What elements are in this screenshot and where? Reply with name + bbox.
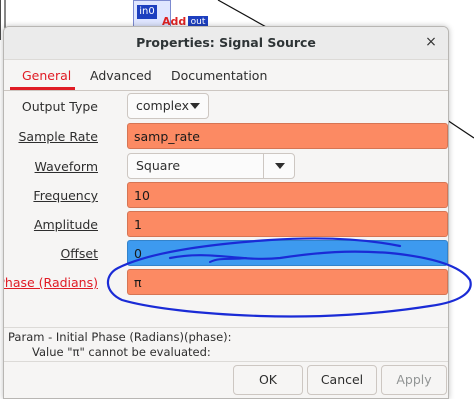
apply-button[interactable]: Apply (381, 365, 447, 395)
initial-phase-field[interactable]: π (127, 269, 448, 295)
sample-rate-field[interactable]: samp_rate (127, 123, 448, 149)
tab-bar: General Advanced Documentation (4, 60, 448, 91)
tab-documentation[interactable]: Documentation (167, 68, 271, 83)
waveform-select[interactable]: Square (127, 153, 295, 179)
sample-rate-label: Sample Rate (18, 129, 98, 144)
parameters-form: Output Type complex Sample Rate samp_rat… (4, 91, 448, 323)
amplitude-label: Amplitude (33, 217, 98, 232)
cancel-button[interactable]: Cancel (307, 365, 377, 395)
ok-button[interactable]: OK (233, 365, 303, 395)
param-row-output-type: Output Type complex (4, 93, 448, 121)
status-line-error: Value "π" cannot be evaluated: (32, 345, 211, 359)
offset-label: Offset (60, 246, 98, 261)
tab-general[interactable]: General (18, 68, 75, 83)
dialog-titlebar[interactable]: Properties: Signal Source × (4, 27, 448, 60)
active-tab-indicator (10, 87, 75, 90)
waveform-label: Waveform (34, 159, 98, 174)
tab-advanced[interactable]: Advanced (86, 68, 156, 83)
amplitude-field[interactable]: 1 (127, 211, 448, 237)
chevron-down-icon (190, 103, 200, 109)
chevron-down-icon (275, 163, 285, 169)
param-row-sample-rate: Sample Rate samp_rate (4, 123, 448, 151)
flowgraph-port-in0[interactable]: in0 (137, 5, 157, 19)
status-line-param: Param - Initial Phase (Radians)(phase): (8, 330, 232, 344)
param-row-waveform: Waveform Square (4, 153, 448, 181)
initial-phase-label: Initial Phase (Radians) (4, 275, 98, 290)
waveform-dropdown-button[interactable] (263, 154, 294, 178)
output-type-select[interactable]: complex (127, 93, 209, 119)
param-row-frequency: Frequency 10 (4, 182, 448, 210)
param-row-initial-phase: Initial Phase (Radians) π (4, 269, 448, 297)
properties-dialog: Properties: Signal Source × General Adva… (3, 26, 449, 399)
output-type-label: Output Type (21, 99, 98, 114)
dialog-button-bar: OK Cancel Apply (4, 361, 448, 398)
offset-field[interactable]: 0 (127, 240, 448, 266)
dialog-title: Properties: Signal Source (136, 35, 316, 50)
error-status-panel: Param - Initial Phase (Radians)(phase): … (4, 327, 448, 362)
waveform-value: Square (136, 158, 181, 173)
frequency-label: Frequency (33, 188, 98, 203)
close-icon[interactable]: × (422, 33, 440, 51)
frequency-field[interactable]: 10 (127, 182, 448, 208)
param-row-offset: Offset 0 (4, 240, 448, 268)
param-row-amplitude: Amplitude 1 (4, 211, 448, 239)
output-type-value: complex (136, 98, 189, 113)
